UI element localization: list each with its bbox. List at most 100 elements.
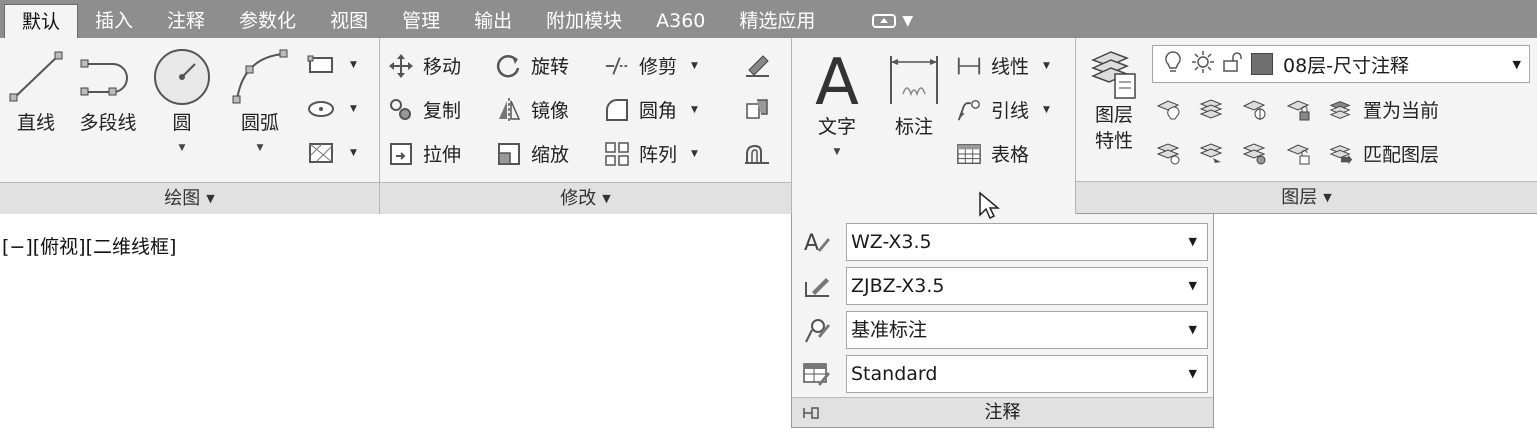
- circle-button[interactable]: 圆 ▼: [150, 46, 214, 153]
- rectangle-button[interactable]: [306, 52, 336, 78]
- mouse-cursor-icon: [979, 191, 1000, 220]
- leader-dropdown-icon[interactable]: ▼: [1043, 105, 1050, 115]
- hatch-button[interactable]: [306, 140, 336, 166]
- layer-unlock-button[interactable]: [1284, 140, 1314, 166]
- draw-panel-title[interactable]: 绘图 ▼: [0, 182, 379, 214]
- fillet-icon: [604, 97, 630, 123]
- leader-button[interactable]: 引线 ▼: [956, 96, 1050, 123]
- layer-color-swatch[interactable]: [1251, 53, 1273, 75]
- layer-isolate-button[interactable]: [1196, 96, 1226, 122]
- eraser-icon: [746, 55, 769, 77]
- viewport-controls[interactable]: [−][俯视][二维线框]: [2, 232, 176, 259]
- line-button[interactable]: 直线: [6, 46, 66, 135]
- tab-a360[interactable]: A360: [639, 4, 722, 38]
- chevron-down-icon[interactable]: ▼: [1513, 58, 1521, 71]
- tab-manage[interactable]: 管理: [385, 4, 457, 38]
- multileader-style-icon: [792, 316, 842, 344]
- ellipse-dropdown-icon[interactable]: ▼: [350, 104, 357, 114]
- array-button[interactable]: 阵列 ▼: [604, 140, 698, 167]
- array-label: 阵列: [639, 144, 678, 166]
- linear-dropdown-icon[interactable]: ▼: [1043, 61, 1050, 71]
- trim-button[interactable]: 修剪 ▼: [604, 52, 698, 79]
- circle-dropdown-icon[interactable]: ▼: [150, 143, 214, 153]
- trim-label: 修剪: [639, 56, 678, 78]
- dimension-style-dropdown[interactable]: ZJBZ-X3.5 ▼: [846, 267, 1208, 305]
- text-a-icon: A: [815, 46, 859, 112]
- fillet-dropdown-icon[interactable]: ▼: [691, 105, 698, 115]
- rotate-button[interactable]: 旋转: [496, 52, 569, 79]
- chevron-down-icon: ▼: [1188, 235, 1197, 248]
- match-layer-button[interactable]: 匹配图层: [1328, 140, 1439, 167]
- layer-properties-button[interactable]: 图层 特性: [1084, 46, 1144, 154]
- sun-icon[interactable]: [1191, 50, 1215, 79]
- table-button[interactable]: 表格: [956, 140, 1029, 167]
- erase-button[interactable]: [742, 52, 772, 78]
- copy-button[interactable]: 复制: [388, 96, 461, 123]
- arc-dropdown-icon[interactable]: ▼: [228, 143, 292, 153]
- scale-button[interactable]: 缩放: [496, 140, 569, 167]
- linear-dim-icon: [956, 53, 982, 79]
- layer-unisolate-button[interactable]: [1196, 140, 1226, 166]
- tab-default[interactable]: 默认: [4, 4, 79, 38]
- table-style-dropdown[interactable]: Standard ▼: [846, 355, 1208, 393]
- polyline-button[interactable]: 多段线: [72, 46, 144, 135]
- tab-featured-apps[interactable]: 精选应用: [722, 4, 832, 38]
- tab-parametric[interactable]: 参数化: [222, 4, 313, 38]
- layer-freeze-button[interactable]: [1240, 96, 1270, 122]
- fillet-button[interactable]: 圆角 ▼: [604, 96, 698, 123]
- ribbon-minimize-button[interactable]: ▼: [872, 4, 913, 38]
- minimize-ribbon-icon: [872, 14, 897, 28]
- arc-label: 圆弧: [240, 112, 279, 134]
- text-dropdown-icon[interactable]: ▼: [806, 147, 868, 157]
- pin-icon[interactable]: [800, 398, 822, 436]
- line-label: 直线: [16, 112, 55, 134]
- layer-thaw-button[interactable]: [1240, 140, 1270, 166]
- arc-button[interactable]: 圆弧 ▼: [228, 46, 292, 153]
- arc-icon: [232, 49, 288, 104]
- stretch-button[interactable]: 拉伸: [388, 140, 461, 167]
- text-button[interactable]: A 文字 ▼: [806, 46, 868, 157]
- hatch-icon: [309, 143, 333, 163]
- current-layer-name: 08层-尺寸注释: [1283, 54, 1410, 77]
- set-current-layer-button[interactable]: 置为当前: [1328, 96, 1439, 123]
- tab-annotate[interactable]: 注释: [150, 4, 222, 38]
- move-button[interactable]: 移动: [388, 52, 461, 79]
- layer-dropdown[interactable]: 08层-尺寸注释 ▼: [1152, 45, 1530, 83]
- layer-lock-icon: [1286, 100, 1310, 121]
- annotation-panel-footer[interactable]: 注释: [792, 397, 1213, 427]
- tab-addins[interactable]: 附加模块: [529, 4, 639, 38]
- chevron-down-icon: ▼: [602, 192, 611, 205]
- layer-on-button[interactable]: [1154, 140, 1184, 166]
- layer-off-button[interactable]: [1154, 96, 1184, 122]
- layer-properties-label-1: 图层: [1094, 104, 1133, 126]
- layers-panel-title[interactable]: 图层 ▼: [1076, 181, 1537, 213]
- set-current-label: 置为当前: [1363, 100, 1440, 122]
- offset-icon: [745, 144, 769, 164]
- dimension-button[interactable]: 标注: [882, 46, 946, 139]
- hatch-dropdown-icon[interactable]: ▼: [350, 148, 357, 158]
- scale-icon: [496, 141, 522, 167]
- multileader-style-dropdown[interactable]: 基准标注 ▼: [846, 311, 1208, 349]
- modify-panel-title[interactable]: 修改 ▼: [380, 182, 791, 214]
- tab-output[interactable]: 输出: [457, 4, 529, 38]
- trim-dropdown-icon[interactable]: ▼: [691, 61, 698, 71]
- text-style-dropdown[interactable]: WZ-X3.5 ▼: [846, 223, 1208, 261]
- move-icon: [388, 53, 414, 79]
- polyline-label: 多段线: [79, 112, 137, 134]
- tab-insert[interactable]: 插入: [78, 4, 150, 38]
- lightbulb-icon[interactable]: [1163, 50, 1183, 79]
- unlock-icon[interactable]: [1221, 50, 1245, 79]
- tab-view[interactable]: 视图: [313, 4, 385, 38]
- ellipse-button[interactable]: [306, 96, 336, 122]
- mirror-button[interactable]: 镜像: [496, 96, 569, 123]
- layer-lock-button[interactable]: [1284, 96, 1314, 122]
- circle-icon: [154, 49, 210, 105]
- offset-button[interactable]: [742, 140, 772, 166]
- rectangle-dropdown-icon[interactable]: ▼: [350, 60, 357, 70]
- layer-properties-label-2: 特性: [1094, 130, 1133, 152]
- explode-button[interactable]: [742, 96, 772, 122]
- layer-isolate-icon: [1199, 99, 1223, 119]
- array-dropdown-icon[interactable]: ▼: [691, 149, 698, 159]
- text-label: 文字: [817, 116, 856, 138]
- linear-button[interactable]: 线性 ▼: [956, 52, 1050, 79]
